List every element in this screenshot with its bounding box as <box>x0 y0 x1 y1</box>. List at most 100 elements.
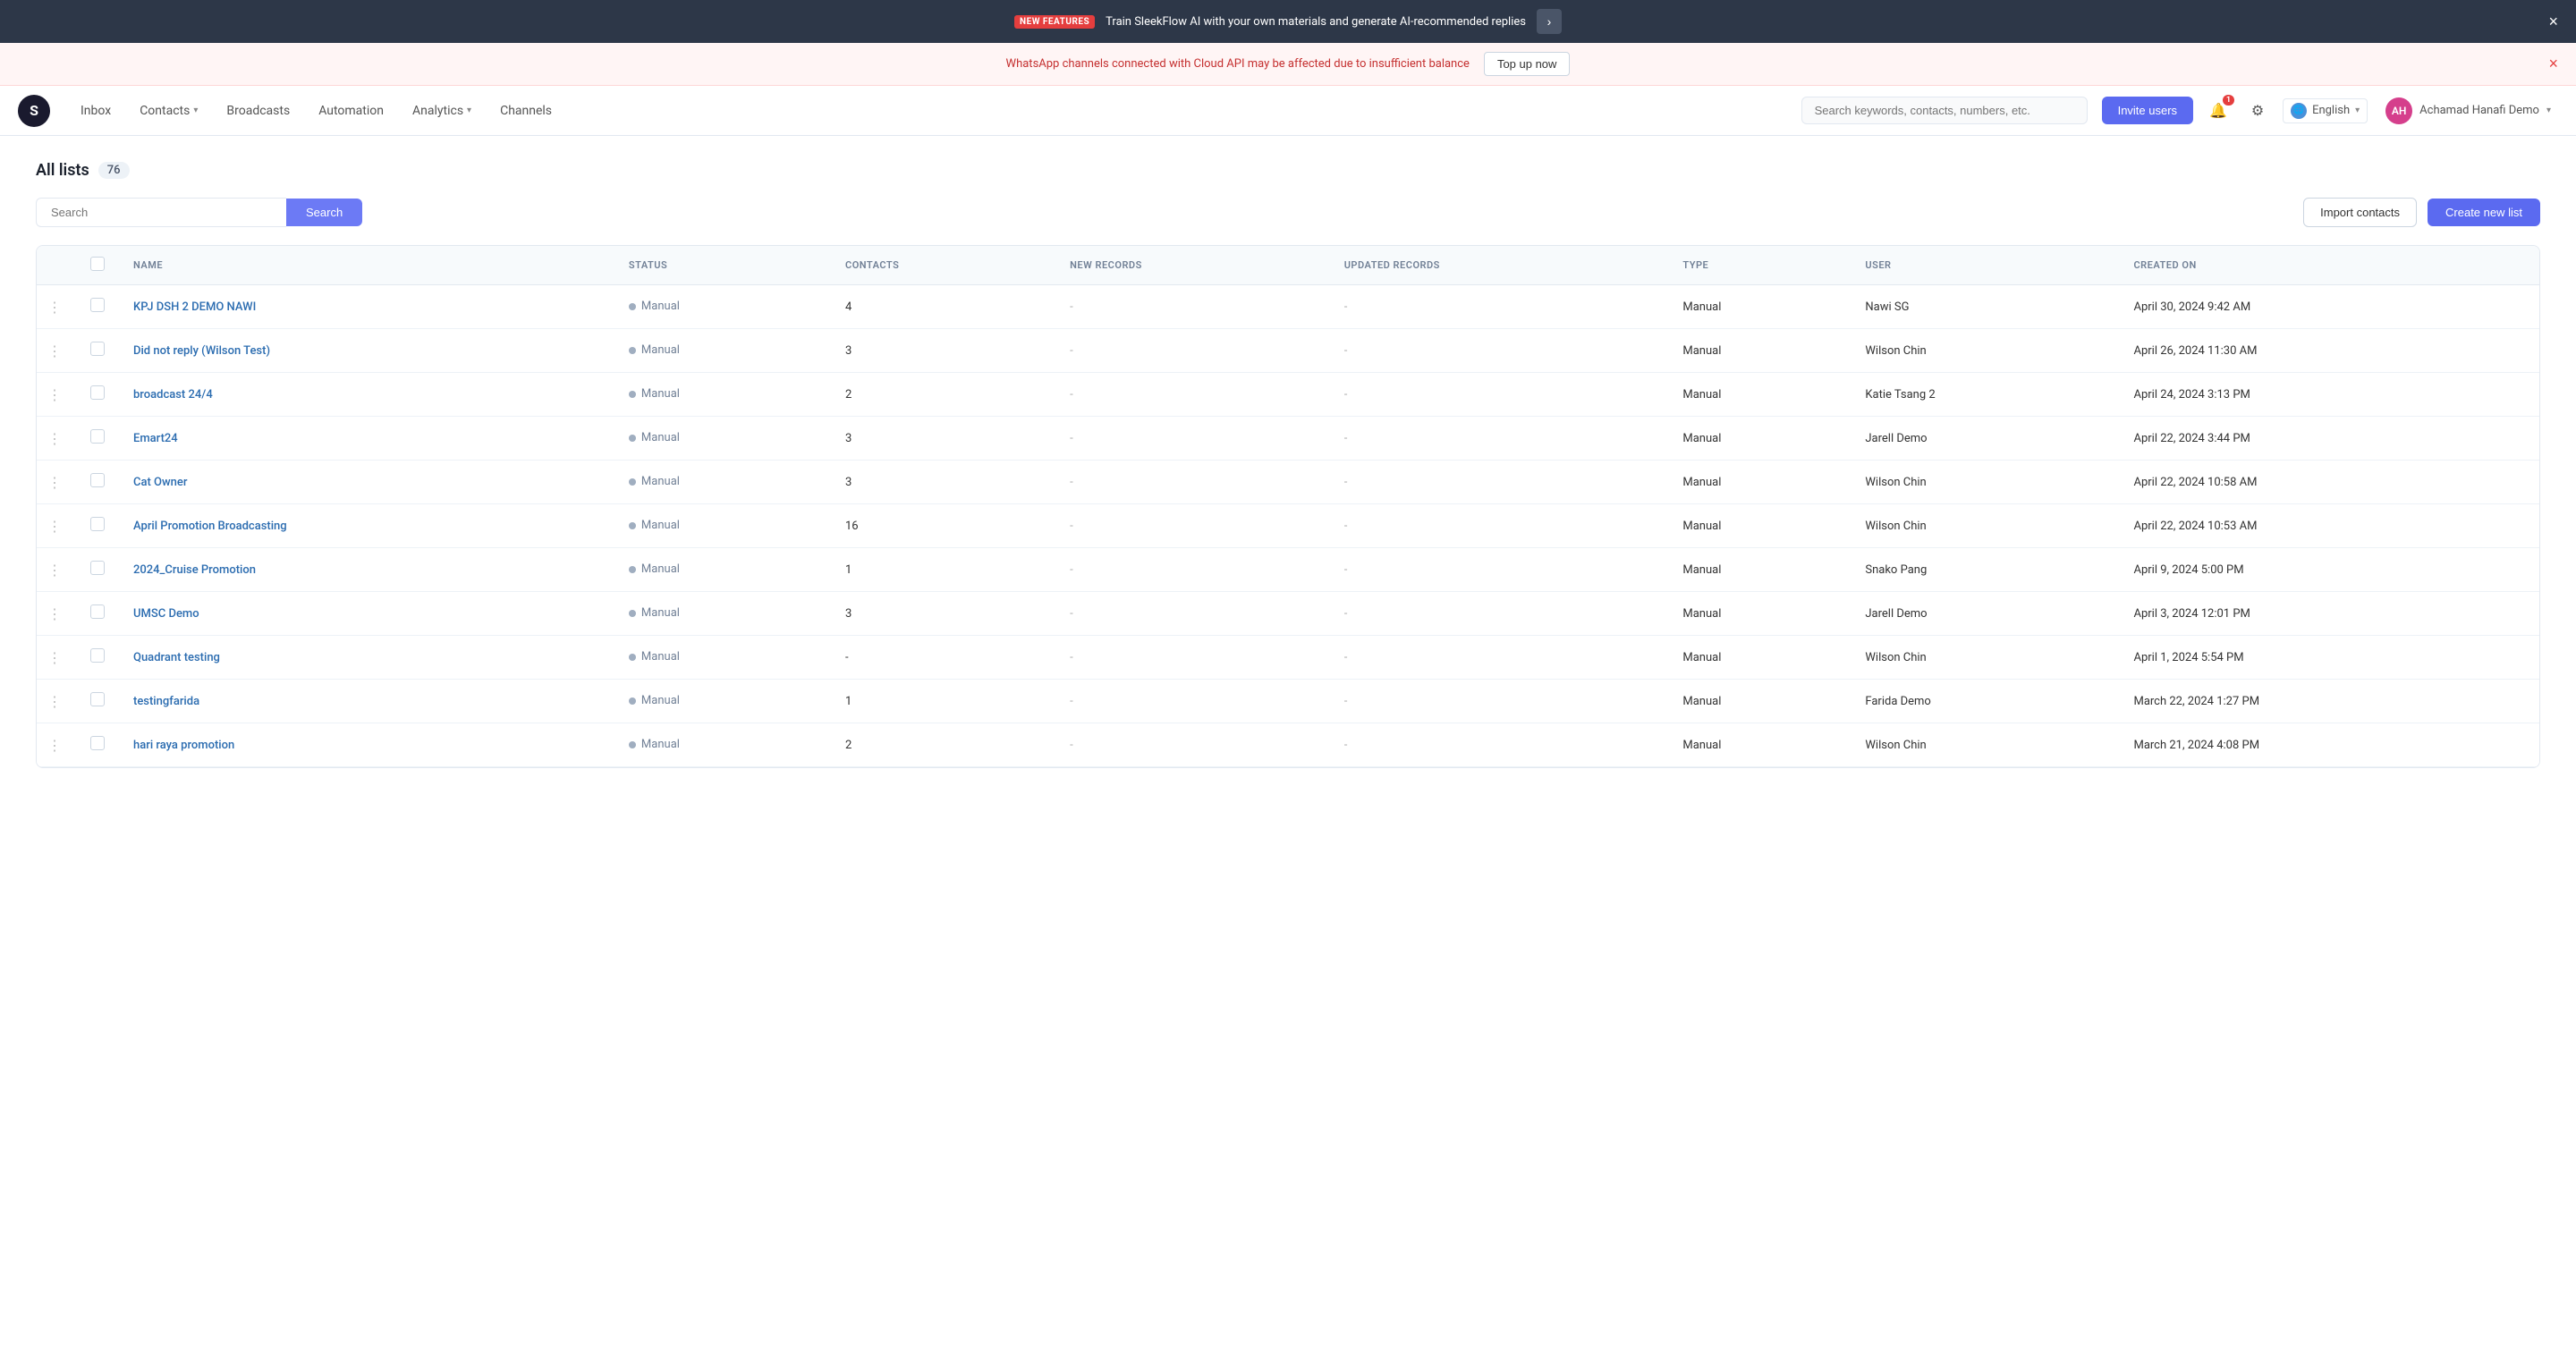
row-select-checkbox-3[interactable] <box>90 429 105 444</box>
row-menu-9[interactable]: ⋮ <box>37 680 76 723</box>
row-select-checkbox-5[interactable] <box>90 517 105 531</box>
row-created-on-10: March 21, 2024 4:08 PM <box>2119 723 2539 767</box>
row-menu-2[interactable]: ⋮ <box>37 373 76 417</box>
row-name-6[interactable]: 2024_Cruise Promotion <box>119 548 614 592</box>
row-user-0: Nawi SG <box>1851 285 2119 329</box>
row-updated-records-4: - <box>1330 461 1669 504</box>
user-menu[interactable]: AH Achamad Hanafi Demo ▾ <box>2378 94 2558 128</box>
navbar-search <box>1801 97 2088 124</box>
table-row: ⋮ KPJ DSH 2 DEMO NAWI Manual 4 - - Manua… <box>37 285 2539 329</box>
row-name-7[interactable]: UMSC Demo <box>119 592 614 636</box>
nav-broadcasts[interactable]: Broadcasts <box>214 97 302 125</box>
avatar: AH <box>2385 97 2412 124</box>
alert-banner: WhatsApp channels connected with Cloud A… <box>0 43 2576 86</box>
list-search-button[interactable]: Search <box>286 199 362 226</box>
row-select-checkbox-10[interactable] <box>90 736 105 750</box>
col-created-on-header: CREATED ON <box>2119 246 2539 285</box>
row-menu-7[interactable]: ⋮ <box>37 592 76 636</box>
row-new-records-8: - <box>1055 636 1330 680</box>
nav-automation[interactable]: Automation <box>306 97 396 125</box>
row-type-5: Manual <box>1668 504 1851 548</box>
top-up-button[interactable]: Top up now <box>1484 52 1571 76</box>
row-menu-5[interactable]: ⋮ <box>37 504 76 548</box>
row-contacts-10: 2 <box>831 723 1055 767</box>
row-user-9: Farida Demo <box>1851 680 2119 723</box>
row-updated-records-5: - <box>1330 504 1669 548</box>
row-select-checkbox-4[interactable] <box>90 473 105 487</box>
navbar-search-input[interactable] <box>1801 97 2088 124</box>
row-menu-1[interactable]: ⋮ <box>37 329 76 373</box>
row-name-2[interactable]: broadcast 24/4 <box>119 373 614 417</box>
row-status-10: Manual <box>614 723 831 767</box>
row-name-0[interactable]: KPJ DSH 2 DEMO NAWI <box>119 285 614 329</box>
nav-channels[interactable]: Channels <box>487 97 564 125</box>
row-created-on-7: April 3, 2024 12:01 PM <box>2119 592 2539 636</box>
nav-contacts[interactable]: Contacts ▾ <box>127 97 210 125</box>
row-updated-records-2: - <box>1330 373 1669 417</box>
row-name-5[interactable]: April Promotion Broadcasting <box>119 504 614 548</box>
row-name-9[interactable]: testingfarida <box>119 680 614 723</box>
row-contacts-0: 4 <box>831 285 1055 329</box>
row-updated-records-10: - <box>1330 723 1669 767</box>
row-name-10[interactable]: hari raya promotion <box>119 723 614 767</box>
alert-close-button[interactable]: × <box>2548 55 2558 73</box>
col-name-header: NAME <box>119 246 614 285</box>
col-contacts-header: CONTACTS <box>831 246 1055 285</box>
row-name-8[interactable]: Quadrant testing <box>119 636 614 680</box>
row-select-checkbox-9[interactable] <box>90 692 105 706</box>
row-menu-4[interactable]: ⋮ <box>37 461 76 504</box>
row-menu-6[interactable]: ⋮ <box>37 548 76 592</box>
settings-button[interactable]: ⚙ <box>2243 97 2272 125</box>
table-row: ⋮ Did not reply (Wilson Test) Manual 3 -… <box>37 329 2539 373</box>
nav-inbox[interactable]: Inbox <box>68 97 123 125</box>
row-select-checkbox-0[interactable] <box>90 298 105 312</box>
row-select-checkbox-1[interactable] <box>90 342 105 356</box>
row-name-3[interactable]: Emart24 <box>119 417 614 461</box>
row-menu-0[interactable]: ⋮ <box>37 285 76 329</box>
row-select-checkbox-2[interactable] <box>90 385 105 400</box>
create-new-list-button[interactable]: Create new list <box>2428 199 2540 226</box>
banner-close-button[interactable]: × <box>2548 13 2558 30</box>
row-name-1[interactable]: Did not reply (Wilson Test) <box>119 329 614 373</box>
lists-table: NAME STATUS CONTACTS NEW RECORDS UPDATED… <box>37 246 2539 767</box>
row-user-6: Snako Pang <box>1851 548 2119 592</box>
row-name-4[interactable]: Cat Owner <box>119 461 614 504</box>
row-select-checkbox-6[interactable] <box>90 561 105 575</box>
row-type-6: Manual <box>1668 548 1851 592</box>
row-new-records-10: - <box>1055 723 1330 767</box>
table-row: ⋮ Emart24 Manual 3 - - Manual Jarell Dem… <box>37 417 2539 461</box>
list-search-input[interactable] <box>36 198 286 227</box>
row-select-checkbox-8[interactable] <box>90 648 105 663</box>
table-row: ⋮ hari raya promotion Manual 2 - - Manua… <box>37 723 2539 767</box>
import-contacts-button[interactable]: Import contacts <box>2303 198 2417 227</box>
list-search-group: Search <box>36 198 362 227</box>
invite-users-button[interactable]: Invite users <box>2102 97 2193 124</box>
row-menu-3[interactable]: ⋮ <box>37 417 76 461</box>
row-select-checkbox-7[interactable] <box>90 604 105 619</box>
language-selector[interactable]: 🌐 English ▾ <box>2283 98 2368 123</box>
row-new-records-2: - <box>1055 373 1330 417</box>
row-created-on-9: March 22, 2024 1:27 PM <box>2119 680 2539 723</box>
row-checkbox-3 <box>76 417 119 461</box>
col-status-header: STATUS <box>614 246 831 285</box>
navbar-right: Invite users 🔔 1 ⚙ 🌐 English ▾ AH Achama… <box>2102 94 2558 128</box>
contacts-chevron-icon: ▾ <box>193 106 198 115</box>
nav-analytics[interactable]: Analytics ▾ <box>400 97 484 125</box>
row-contacts-1: 3 <box>831 329 1055 373</box>
col-new-records-header: NEW RECORDS <box>1055 246 1330 285</box>
row-contacts-8: - <box>831 636 1055 680</box>
new-features-badge: NEW FEATURES <box>1014 15 1095 29</box>
logo[interactable]: S <box>18 95 50 127</box>
row-updated-records-7: - <box>1330 592 1669 636</box>
banner-arrow-button[interactable]: › <box>1537 9 1562 34</box>
col-updated-records-header: UPDATED RECORDS <box>1330 246 1669 285</box>
row-new-records-9: - <box>1055 680 1330 723</box>
row-menu-8[interactable]: ⋮ <box>37 636 76 680</box>
language-label: English <box>2312 104 2350 117</box>
actions-row: Search Import contacts Create new list <box>36 198 2540 227</box>
row-menu-10[interactable]: ⋮ <box>37 723 76 767</box>
row-checkbox-6 <box>76 548 119 592</box>
row-contacts-4: 3 <box>831 461 1055 504</box>
select-all-checkbox[interactable] <box>90 257 105 271</box>
notification-button[interactable]: 🔔 1 <box>2204 97 2233 125</box>
